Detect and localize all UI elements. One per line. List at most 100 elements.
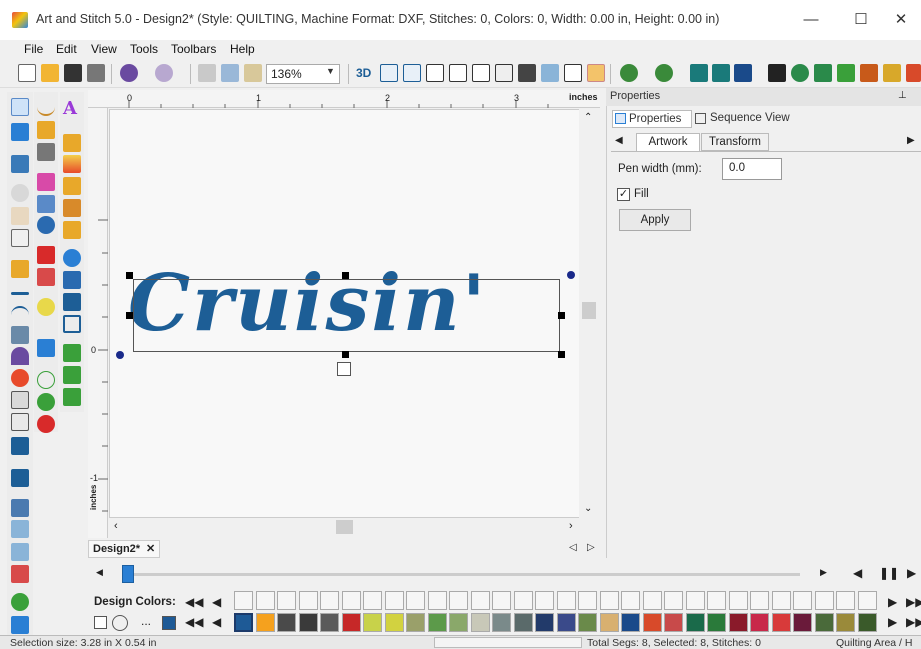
align-icon[interactable] (734, 64, 752, 82)
group-icon[interactable] (883, 64, 901, 82)
line-icon[interactable] (11, 292, 29, 295)
text-tool-icon[interactable]: A (63, 98, 77, 119)
design-color-slot[interactable] (685, 591, 705, 610)
palette-color-swatch[interactable] (341, 613, 361, 632)
current-color-swatch[interactable] (162, 616, 176, 630)
cut-icon[interactable] (198, 64, 216, 82)
palette-prev-icon[interactable]: ◀ (212, 595, 221, 609)
design-color-slot[interactable] (513, 591, 533, 610)
palette-color-swatch[interactable] (255, 613, 275, 632)
active-tool-icon[interactable] (587, 64, 605, 82)
wave-fill-icon[interactable] (63, 221, 81, 239)
palette-color-swatch[interactable] (728, 613, 748, 632)
palette-next-icon[interactable]: ▶ (888, 615, 897, 629)
view-3d-button[interactable]: 3D (356, 66, 371, 80)
new-file-icon[interactable] (18, 64, 36, 82)
palette-color-swatch[interactable] (621, 613, 640, 632)
resize-handle[interactable] (342, 351, 349, 358)
palette-last-icon[interactable]: ▶▶ (906, 615, 921, 629)
pen-width-field[interactable]: 0.0 (722, 158, 782, 180)
hoop-view-icon[interactable] (403, 64, 421, 82)
slider-right-icon[interactable]: ▶ (820, 567, 827, 578)
menu-help[interactable]: Help (230, 42, 255, 56)
palette-last-icon[interactable]: ▶▶ (906, 595, 921, 609)
echo-quilt-icon[interactable] (63, 366, 81, 384)
rectangle-icon[interactable] (11, 437, 29, 455)
scroll-right-icon[interactable]: › (569, 520, 573, 532)
arc-icon[interactable] (11, 306, 29, 324)
close-button[interactable]: ✕ (882, 6, 920, 34)
resize-handle[interactable] (558, 351, 565, 358)
palette-first-icon[interactable]: ◀◀ (185, 595, 203, 609)
palette-color-swatch[interactable] (277, 613, 296, 632)
palette-first-icon[interactable]: ◀◀ (185, 615, 203, 629)
palette-color-swatch[interactable] (599, 613, 619, 632)
appliqué-icon[interactable] (37, 246, 55, 264)
palette-color-swatch[interactable] (664, 613, 683, 632)
print-icon[interactable] (87, 64, 105, 82)
monogram-icon[interactable] (63, 134, 81, 152)
image-icon[interactable] (541, 64, 559, 82)
quilt-target-icon[interactable] (37, 415, 55, 433)
motif-icon[interactable] (37, 268, 55, 286)
image-trace-icon[interactable] (11, 499, 29, 517)
design-color-slot[interactable] (556, 591, 576, 610)
block-icon[interactable] (37, 339, 55, 357)
tab-transform[interactable]: Transform (701, 133, 769, 151)
ruler-tool-icon[interactable] (11, 229, 29, 247)
design-color-slot[interactable] (707, 591, 726, 610)
fill-checkbox[interactable]: ✓ (617, 188, 630, 201)
maximize-button[interactable]: ☐ (838, 6, 884, 34)
design-color-slot[interactable] (427, 591, 447, 610)
palette-color-swatch[interactable] (513, 613, 533, 632)
vertical-scroll-thumb[interactable] (582, 302, 596, 319)
diamond-icon[interactable] (63, 293, 81, 311)
tab-artwork[interactable]: Artwork (636, 133, 700, 151)
design-color-slot[interactable] (470, 591, 490, 610)
bezier-icon[interactable] (11, 326, 29, 344)
palette-color-swatch[interactable] (320, 613, 339, 632)
palette-color-swatch[interactable] (363, 613, 382, 632)
resize-handle[interactable] (126, 272, 133, 279)
ungroup-icon[interactable] (906, 64, 921, 82)
design-color-slot[interactable] (771, 591, 791, 610)
palette-color-swatch[interactable] (556, 613, 576, 632)
more-colors-button[interactable]: ... (141, 614, 151, 628)
design-color-slot[interactable] (728, 591, 748, 610)
rotate-90-right-icon[interactable] (655, 64, 673, 82)
design-color-slot[interactable] (277, 591, 296, 610)
frame-icon[interactable] (449, 64, 467, 82)
heart-outline-icon[interactable] (63, 249, 81, 267)
slider-left-icon[interactable]: ◀ (96, 567, 103, 578)
design-color-slot[interactable] (341, 591, 361, 610)
monitor-icon[interactable] (472, 64, 490, 82)
tile-fill-icon[interactable] (63, 177, 81, 195)
pin-icon[interactable]: ⊥ (898, 90, 907, 101)
tab-close-icon[interactable]: ✕ (146, 542, 155, 555)
open-folder-icon[interactable] (41, 64, 59, 82)
eraser-icon[interactable] (11, 391, 29, 409)
sort-icon[interactable] (860, 64, 878, 82)
bean-stitch-icon[interactable] (37, 143, 55, 161)
redo-icon[interactable] (155, 64, 173, 82)
palette-color-swatch[interactable] (642, 613, 662, 632)
quilt-heart-icon[interactable] (37, 371, 55, 389)
palette-color-swatch[interactable] (449, 613, 468, 632)
design-color-slot[interactable] (750, 591, 769, 610)
design-color-slot[interactable] (320, 591, 339, 610)
undo-icon[interactable] (120, 64, 138, 82)
quilt-circle-icon[interactable] (37, 393, 55, 411)
quilt-grid-icon[interactable] (63, 344, 81, 362)
palette-color-swatch[interactable] (470, 613, 490, 632)
chevron-down-icon[interactable]: ▼ (326, 66, 335, 76)
tab-scroll-right-icon[interactable]: ▷ (587, 542, 595, 553)
knife-icon[interactable] (11, 413, 29, 431)
rotate-90-left-icon[interactable] (620, 64, 638, 82)
menu-file[interactable]: File (24, 42, 43, 56)
design-color-slot[interactable] (836, 591, 855, 610)
tab-sequence-view[interactable]: Sequence View (710, 110, 790, 128)
palette-color-swatch[interactable] (492, 613, 511, 632)
star-icon[interactable] (11, 469, 29, 487)
gradient-fill-icon[interactable] (63, 155, 81, 173)
select-arrow-icon[interactable] (11, 98, 29, 116)
